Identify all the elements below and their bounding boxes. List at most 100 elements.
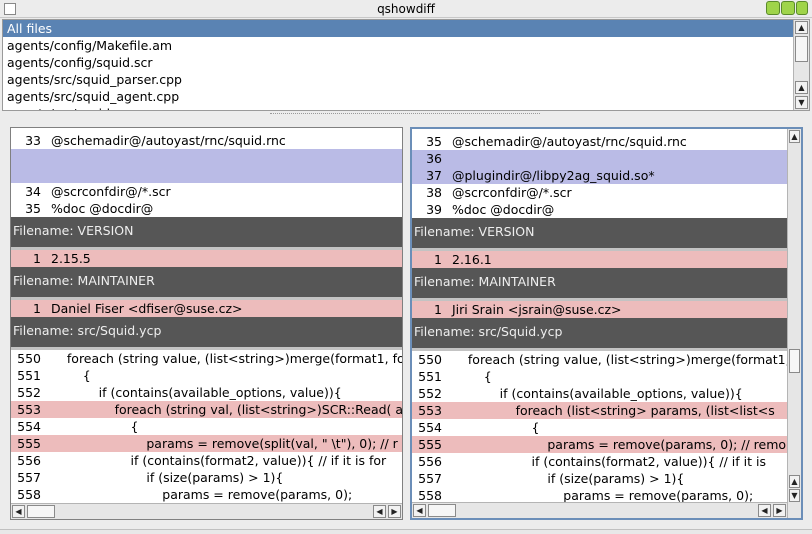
filename-label: Filename: src/Squid.ycp <box>414 324 563 339</box>
scroll-up-arrow-icon[interactable]: ▲ <box>789 130 800 143</box>
filename-label: Filename: MAINTAINER <box>414 274 556 289</box>
line-text: foreach (string value, (list<string>)mer… <box>452 352 787 367</box>
diff-line: 555 params = remove(split(val, " \t"), 0… <box>11 435 402 452</box>
file-header: Filename: VERSION <box>11 217 402 250</box>
diff-line: 553 foreach (string val, (list<string>)S… <box>11 401 402 418</box>
scroll-left-arrow-icon[interactable]: ◀ <box>413 504 426 517</box>
line-number: 556 <box>17 453 41 468</box>
left-diff-pane[interactable]: 33 @schemadir@/autoyast/rnc/squid.rnc 34 @s… <box>10 127 403 520</box>
line-text: if (contains(available_options, value)){ <box>51 385 342 400</box>
right-vertical-scrollbar[interactable]: ▲ ▲ ▼ <box>787 129 801 518</box>
status-bar <box>0 529 812 534</box>
line-number: 1 <box>33 251 41 266</box>
file-list-item[interactable]: agents/src/squid.cpp <box>3 105 809 110</box>
diff-line: 552 if (contains(available_options, valu… <box>412 385 787 402</box>
diff-line: 1 Jiri Srain <jsrain@suse.cz> <box>412 301 787 318</box>
line-number: 37 <box>426 168 442 183</box>
line-text: params = remove(split(val, " \t"), 0); /… <box>51 436 398 451</box>
line-text: { <box>51 368 91 383</box>
file-list-item[interactable]: agents/src/squid_parser.cpp <box>3 71 809 88</box>
diff-line <box>11 166 402 183</box>
scroll-up-arrow-icon[interactable]: ▲ <box>789 475 800 488</box>
filename-label: Filename: VERSION <box>13 223 134 238</box>
line-text: 2.15.5 <box>51 251 91 266</box>
line-text: if (contains(format2, value)){ // if it … <box>51 453 387 468</box>
splitter-handle[interactable] <box>270 113 540 116</box>
line-number: 556 <box>418 454 442 469</box>
line-number: 551 <box>418 369 442 384</box>
scroll-right-arrow-icon[interactable]: ▶ <box>773 504 786 517</box>
scroll-up-arrow-icon[interactable]: ▲ <box>795 21 808 34</box>
line-number: 1 <box>434 302 442 317</box>
scroll-down-arrow-icon[interactable]: ▼ <box>789 489 800 502</box>
line-number: 554 <box>17 419 41 434</box>
maximize-button[interactable] <box>781 1 795 15</box>
scroll-up-arrow-icon[interactable]: ▲ <box>795 81 808 94</box>
line-text: if (size(params) > 1){ <box>452 471 685 486</box>
scroll-left-arrow-icon[interactable]: ◀ <box>758 504 771 517</box>
diff-line: 1 2.15.5 <box>11 250 402 267</box>
file-list-item[interactable]: agents/config/squid.scr <box>3 54 809 71</box>
line-number: 558 <box>17 487 41 502</box>
line-number: 38 <box>426 185 442 200</box>
right-diff-pane[interactable]: 35 @schemadir@/autoyast/rnc/squid.rnc 36 37… <box>410 127 803 520</box>
diff-line: 38 @scrconfdir@/*.scr <box>412 184 787 201</box>
diff-line: 555 params = remove(params, 0); // remo <box>412 436 787 453</box>
diff-line: 558 params = remove(params, 0); <box>11 486 402 503</box>
diff-line: 1 2.16.1 <box>412 251 787 268</box>
diff-line: 36 <box>412 150 787 167</box>
title-bar: qshowdiff <box>0 0 812 18</box>
line-number: 33 <box>25 133 41 148</box>
line-text: foreach (list<string> params, (list<list… <box>452 403 775 418</box>
diff-line: 552 if (contains(available_options, valu… <box>11 384 402 401</box>
line-number: 550 <box>418 352 442 367</box>
diff-line: 553 foreach (list<string> params, (list<… <box>412 402 787 419</box>
diff-line: 1 Daniel Fiser <dfiser@suse.cz> <box>11 300 402 317</box>
minimize-button[interactable] <box>766 1 780 15</box>
line-text: params = remove(params, 0); <box>51 487 353 502</box>
right-horizontal-scrollbar[interactable]: ◀ ◀ ▶ <box>412 502 787 518</box>
scroll-left-arrow-icon[interactable]: ◀ <box>373 505 386 518</box>
file-header: Filename: src/Squid.ycp <box>412 318 787 351</box>
file-list-item[interactable]: All files <box>3 20 809 37</box>
line-number: 36 <box>426 151 442 166</box>
scroll-thumb[interactable] <box>795 36 808 62</box>
line-number: 1 <box>434 252 442 267</box>
left-horizontal-scrollbar[interactable]: ◀ ◀ ▶ <box>11 503 402 519</box>
diff-line: 34 @scrconfdir@/*.scr <box>11 183 402 200</box>
file-list[interactable]: All files agents/config/Makefile.am agents… <box>2 19 810 111</box>
file-list-item[interactable]: agents/src/squid_agent.cpp <box>3 88 809 105</box>
line-text: params = remove(params, 0); // remo <box>452 437 787 452</box>
diff-line: 554 { <box>412 419 787 436</box>
diff-line: 557 if (size(params) > 1){ <box>11 469 402 486</box>
scroll-down-arrow-icon[interactable]: ▼ <box>795 96 808 109</box>
line-text: @scrconfdir@/*.scr <box>51 184 171 199</box>
line-text: @scrconfdir@/*.scr <box>452 185 572 200</box>
line-text: { <box>452 420 540 435</box>
scroll-left-arrow-icon[interactable]: ◀ <box>12 505 25 518</box>
scroll-thumb[interactable] <box>27 505 55 518</box>
diff-line: 557 if (size(params) > 1){ <box>412 470 787 487</box>
line-number: 555 <box>17 436 41 451</box>
scroll-right-arrow-icon[interactable]: ▶ <box>388 505 401 518</box>
line-text: foreach (string val, (list<string>)SCR::… <box>51 402 402 417</box>
line-number: 554 <box>418 420 442 435</box>
diff-line: 556 if (contains(format2, value)){ // if… <box>11 452 402 469</box>
line-number: 557 <box>17 470 41 485</box>
line-text: %doc @docdir@ <box>452 202 555 217</box>
line-number: 39 <box>426 202 442 217</box>
close-button[interactable] <box>796 1 808 15</box>
line-number: 557 <box>418 471 442 486</box>
line-number: 553 <box>418 403 442 418</box>
file-list-item[interactable]: agents/config/Makefile.am <box>3 37 809 54</box>
line-number: 35 <box>25 201 41 216</box>
line-number: 552 <box>418 386 442 401</box>
line-text: if (contains(format2, value)){ // if it … <box>452 454 766 469</box>
line-text: @plugindir@/libpy2ag_squid.so* <box>452 168 655 183</box>
scroll-thumb[interactable] <box>428 504 456 517</box>
file-list-scrollbar[interactable]: ▲ ▲ ▼ <box>793 20 809 110</box>
filename-label: Filename: VERSION <box>414 224 535 239</box>
diff-line: 550 foreach (string value, (list<string>… <box>11 350 402 367</box>
scroll-thumb[interactable] <box>789 349 800 373</box>
filename-label: Filename: MAINTAINER <box>13 273 155 288</box>
